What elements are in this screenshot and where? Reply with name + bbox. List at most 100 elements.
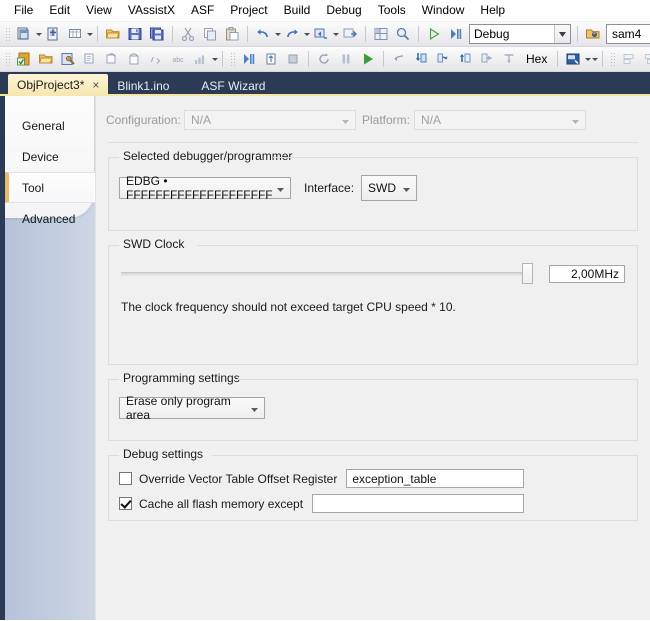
toolbar-grip-icon[interactable] bbox=[229, 51, 235, 67]
group-title-rule bbox=[212, 455, 637, 456]
redo-icon[interactable] bbox=[282, 24, 302, 44]
abc-spellcheck-icon[interactable]: abc bbox=[168, 49, 188, 69]
toolbar-overflow-icon[interactable] bbox=[212, 58, 218, 61]
sidebar-item-general[interactable]: General bbox=[5, 110, 95, 141]
comment-icon[interactable] bbox=[146, 49, 166, 69]
chart-icon[interactable] bbox=[190, 49, 210, 69]
undo-dropdown-icon[interactable] bbox=[275, 33, 281, 36]
interface-value: SWD bbox=[368, 181, 396, 195]
memory-window-dropdown-icon[interactable] bbox=[585, 58, 591, 61]
save-all-icon[interactable] bbox=[147, 24, 167, 44]
swd-clock-group-title: SWD Clock bbox=[120, 237, 188, 251]
menu-item-window[interactable]: Window bbox=[414, 1, 473, 20]
slider-thumb[interactable] bbox=[522, 263, 533, 284]
cut-icon[interactable] bbox=[178, 24, 198, 44]
hex-display-toggle[interactable]: Hex bbox=[520, 52, 553, 66]
properties-window-icon[interactable] bbox=[393, 24, 413, 44]
show-next-statement-icon[interactable] bbox=[389, 49, 409, 69]
debug-toolbar: abc bbox=[0, 47, 650, 72]
open-project-icon[interactable] bbox=[36, 49, 56, 69]
add-item-icon[interactable] bbox=[43, 24, 63, 44]
align-centers-icon[interactable] bbox=[641, 49, 650, 69]
menu-item-project[interactable]: Project bbox=[222, 1, 275, 20]
undo-icon[interactable] bbox=[253, 24, 273, 44]
new-file-dropdown-icon[interactable] bbox=[87, 33, 93, 36]
build-solution-icon[interactable] bbox=[14, 49, 34, 69]
toolbar-grip-icon[interactable] bbox=[4, 26, 10, 42]
menu-item-vassistx[interactable]: VAssistX bbox=[120, 1, 183, 20]
step-back-icon[interactable] bbox=[477, 49, 497, 69]
close-icon[interactable]: × bbox=[92, 79, 99, 91]
cache-flash-input[interactable] bbox=[312, 494, 524, 513]
target-browse-icon[interactable] bbox=[583, 24, 603, 44]
erase-mode-select[interactable]: Erase only program area bbox=[119, 397, 265, 419]
copy-icon[interactable] bbox=[200, 24, 220, 44]
tab-asf-wizard[interactable]: ASF Wizard bbox=[192, 76, 274, 96]
solution-configuration-combo[interactable]: Debug bbox=[469, 24, 571, 44]
override-vtor-row: Override Vector Table Offset Register ex… bbox=[119, 469, 627, 488]
target-device-input[interactable]: sam4 bbox=[606, 24, 650, 44]
run-to-cursor-icon[interactable] bbox=[499, 49, 519, 69]
interface-select[interactable]: SWD bbox=[361, 175, 417, 201]
menu-item-view[interactable]: View bbox=[78, 1, 120, 20]
platform-select[interactable]: N/A bbox=[414, 110, 586, 130]
navigate-forward-icon[interactable] bbox=[340, 24, 360, 44]
menu-item-build[interactable]: Build bbox=[276, 1, 319, 20]
navigate-dropdown-icon[interactable] bbox=[333, 33, 339, 36]
refactor-icon[interactable] bbox=[102, 49, 122, 69]
align-lefts-icon[interactable] bbox=[619, 49, 639, 69]
solution-explorer-icon[interactable] bbox=[371, 24, 391, 44]
find-references-icon[interactable] bbox=[80, 49, 100, 69]
toolbar-overflow-icon[interactable] bbox=[592, 58, 598, 61]
restart-icon[interactable] bbox=[314, 49, 334, 69]
run-icon[interactable] bbox=[358, 49, 378, 69]
memory-window-icon[interactable] bbox=[563, 49, 583, 69]
override-vtor-value: exception_table bbox=[352, 472, 436, 486]
swd-clock-slider[interactable]: 2,00MHz bbox=[119, 263, 627, 284]
group-title-rule bbox=[237, 379, 637, 380]
menu-item-edit[interactable]: Edit bbox=[41, 1, 78, 20]
sidebar-item-device[interactable]: Device bbox=[5, 141, 95, 172]
menu-item-file[interactable]: File bbox=[6, 1, 41, 20]
build-configuration-icon[interactable] bbox=[58, 49, 78, 69]
sidebar-item-tool[interactable]: Tool bbox=[5, 172, 95, 203]
toolbar-separator bbox=[247, 26, 248, 42]
step-out-icon[interactable] bbox=[455, 49, 475, 69]
swd-clock-value-field[interactable]: 2,00MHz bbox=[549, 265, 625, 283]
open-folder-icon[interactable] bbox=[103, 24, 123, 44]
sync-views-icon[interactable] bbox=[124, 49, 144, 69]
continue-icon[interactable] bbox=[239, 49, 259, 69]
toolbar-separator bbox=[577, 26, 578, 42]
toolbar-grip-icon[interactable] bbox=[609, 51, 615, 67]
chevron-down-icon[interactable] bbox=[554, 25, 570, 43]
save-icon[interactable] bbox=[125, 24, 145, 44]
menu-item-asf[interactable]: ASF bbox=[183, 1, 222, 20]
override-vtor-checkbox[interactable] bbox=[119, 472, 132, 485]
toolbar-separator bbox=[418, 26, 419, 42]
cache-flash-checkbox[interactable] bbox=[119, 497, 132, 510]
sidebar-item-advanced[interactable]: Advanced bbox=[5, 203, 95, 234]
new-project-icon[interactable] bbox=[14, 24, 34, 44]
menu-item-debug[interactable]: Debug bbox=[318, 1, 369, 20]
new-project-dropdown-icon[interactable] bbox=[36, 33, 42, 36]
new-file-icon[interactable] bbox=[65, 24, 85, 44]
step-over-icon[interactable] bbox=[433, 49, 453, 69]
override-vtor-input[interactable]: exception_table bbox=[346, 469, 524, 488]
step-into-icon[interactable] bbox=[411, 49, 431, 69]
configuration-select[interactable]: N/A bbox=[184, 110, 356, 130]
redo-dropdown-icon[interactable] bbox=[304, 33, 310, 36]
menu-item-help[interactable]: Help bbox=[472, 1, 513, 20]
toolbar-grip-icon[interactable] bbox=[4, 51, 10, 67]
menu-item-tools[interactable]: Tools bbox=[370, 1, 414, 20]
pause-icon[interactable] bbox=[336, 49, 356, 69]
tab-blink1-ino[interactable]: Blink1.ino bbox=[108, 76, 178, 96]
tab-objproject3[interactable]: ObjProject3* × bbox=[8, 74, 108, 96]
stop-debugging-icon[interactable] bbox=[283, 49, 303, 69]
debugger-select[interactable]: EDBG • FFFFFFFFFFFFFFFFFFFF bbox=[119, 177, 291, 199]
navigate-backward-icon[interactable] bbox=[311, 24, 331, 44]
paste-icon[interactable] bbox=[222, 24, 242, 44]
start-without-debugging-icon[interactable] bbox=[446, 24, 466, 44]
slider-track[interactable] bbox=[121, 272, 522, 276]
attach-debugger-icon[interactable] bbox=[261, 49, 281, 69]
start-debugging-icon[interactable] bbox=[424, 24, 444, 44]
